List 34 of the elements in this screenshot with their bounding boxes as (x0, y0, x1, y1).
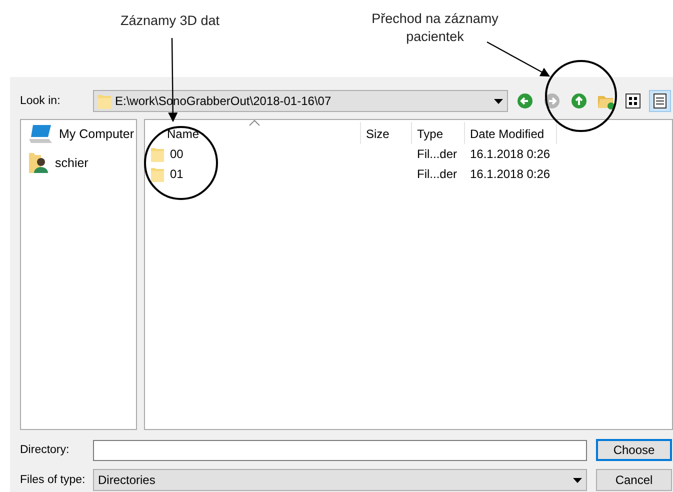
folder-icon (151, 166, 164, 182)
dropdown-icon (573, 478, 582, 482)
look-in-label: Look in: (20, 95, 62, 107)
directory-label: Directory: (20, 444, 70, 456)
file-type: Fil...der (416, 167, 458, 181)
file-type-combo[interactable]: Directories (93, 469, 587, 491)
column-header[interactable]: Date Modified (465, 122, 557, 144)
file-name[interactable]: 01 (170, 167, 184, 181)
column-header[interactable]: Size (361, 122, 412, 144)
dropdown-icon (494, 98, 503, 104)
column-header[interactable]: Name (145, 122, 361, 144)
cancel-button[interactable]: Cancel (596, 469, 672, 491)
directory-field[interactable] (93, 440, 587, 460)
file-date: 16.1.2018 0:26 (469, 167, 552, 181)
grid-view-icon (625, 93, 641, 109)
sort-icon (249, 120, 260, 126)
details-view-icon (652, 93, 668, 109)
place-item[interactable]: My Computer (59, 127, 134, 141)
folder-icon (151, 146, 164, 162)
file-date: 16.1.2018 0:26 (469, 147, 552, 161)
place-item[interactable]: schier (55, 156, 88, 170)
highlight-circle (545, 60, 617, 132)
annotation-arrow (486, 41, 550, 77)
folder-icon (98, 94, 111, 108)
user-folder-icon (29, 152, 49, 174)
file-type: Fil...der (416, 147, 458, 161)
details-view-button[interactable] (649, 90, 671, 112)
file-name[interactable]: 00 (170, 147, 184, 161)
choose-button[interactable]: Choose (596, 439, 672, 461)
computer-icon (29, 124, 53, 144)
annotation-label: Přechod na záznamy pacientek (370, 10, 500, 46)
column-header[interactable]: Type (412, 122, 465, 144)
file-type-label: Files of type: (20, 474, 86, 486)
annotation-label: Záznamy 3D dat (119, 12, 221, 30)
